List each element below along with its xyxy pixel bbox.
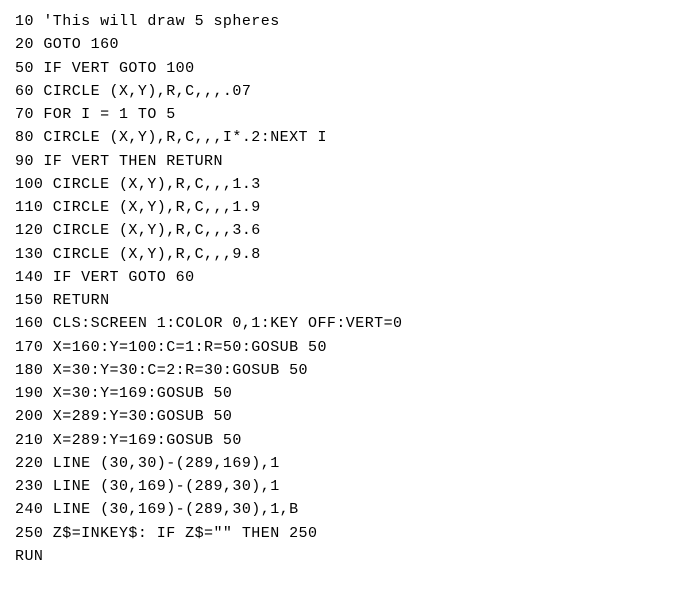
code-listing: 10 'This will draw 5 spheres 20 GOTO 160…: [15, 10, 403, 568]
